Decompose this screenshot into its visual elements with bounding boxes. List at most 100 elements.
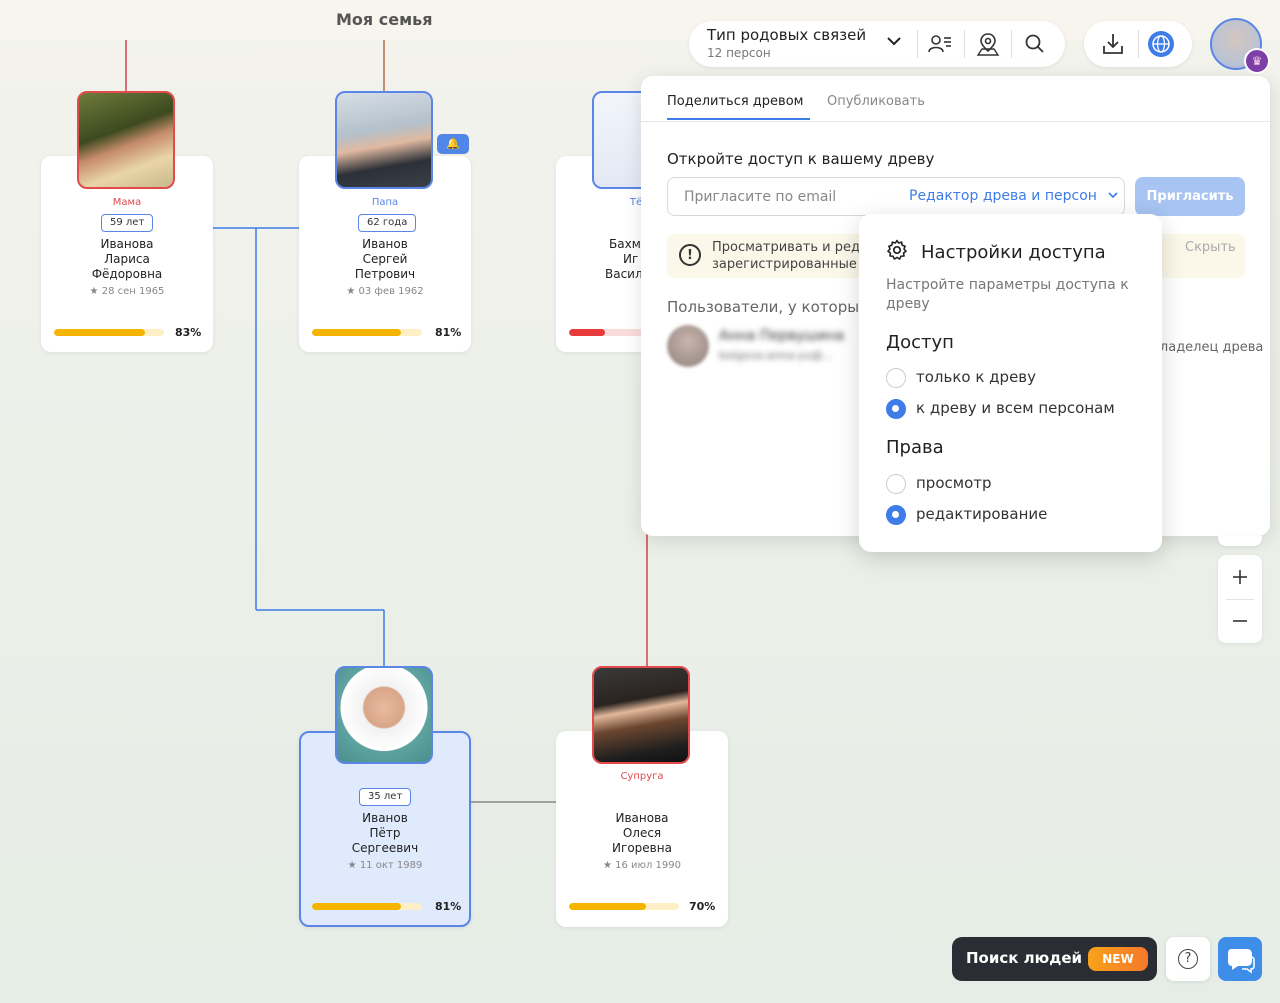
person-photo-papa[interactable] [335, 91, 433, 189]
progress-percent: 81% [435, 326, 462, 339]
chevron-down-icon [1107, 188, 1119, 204]
access-heading: Доступ [886, 332, 954, 353]
user-name: Анна Первушина [719, 328, 845, 344]
progress-percent: 83% [175, 326, 202, 339]
radio-label: только к древу [916, 368, 1037, 386]
notice-line: зарегистрированные [712, 257, 857, 272]
chat-bubble-icon [1228, 949, 1255, 974]
share-heading: Откройте доступ к вашему древу [667, 150, 935, 168]
person-birthdate: ★ 03 фев 1962 [346, 286, 424, 297]
progress-bar [312, 903, 422, 910]
toolbar-divider [1138, 30, 1139, 58]
person-photo-mama[interactable] [77, 91, 175, 189]
hide-notice-button[interactable]: Скрыть [1185, 240, 1236, 255]
chevron-down-icon[interactable] [885, 32, 903, 54]
star-icon: ★ [347, 860, 360, 871]
star-icon: ★ [346, 286, 359, 297]
progress-fill [312, 903, 402, 910]
info-exclamation-icon: ! [679, 244, 701, 266]
progress-fill [569, 903, 646, 910]
access-settings-popup: Настройки доступа Настройте параметры до… [859, 214, 1162, 552]
notice-line: Просматривать и ред [712, 240, 860, 255]
person-patronymic: Петрович [354, 267, 416, 281]
star-icon: ★ [603, 860, 616, 871]
progress-bar [312, 329, 422, 336]
tab-share-tree[interactable]: Поделиться древом [667, 94, 803, 109]
role-select[interactable]: Редактор древа и персон [909, 188, 1119, 204]
access-settings-title: Настройки доступа [921, 242, 1106, 263]
user-email: bolgova-anna-yu@... [719, 349, 833, 362]
radio-button[interactable] [886, 474, 906, 494]
person-patronymic: Сергеевич [351, 841, 419, 855]
map-pin-icon[interactable] [975, 31, 1001, 57]
gear-icon [885, 238, 909, 268]
owner-label: Владелец древа [1151, 340, 1264, 355]
invite-email-field[interactable]: Пригласите по email Редактор древа и пер… [667, 177, 1125, 216]
notice-text: Просматривать и ред зарегистрированные [712, 239, 872, 273]
people-search-button[interactable]: Поиск людей NEW [952, 937, 1157, 981]
radio-button[interactable] [886, 368, 906, 388]
person-photo-self[interactable] [335, 666, 433, 764]
person-firstname: Пётр [369, 826, 401, 840]
person-photo-spouse[interactable] [592, 666, 690, 764]
globe-icon[interactable] [1148, 31, 1174, 57]
toolbar-divider [917, 30, 918, 58]
progress-fill [312, 329, 402, 336]
progress-percent: 70% [689, 900, 716, 913]
help-icon: ? [1178, 949, 1198, 969]
radio-label: к древу и всем персонам [916, 399, 1115, 417]
person-surname: Иванова [615, 811, 669, 825]
search-icon[interactable] [1022, 31, 1048, 57]
star-icon: ★ [89, 286, 102, 297]
relation-type-select[interactable]: Тип родовых связей [707, 26, 866, 44]
plus-icon [1233, 570, 1247, 584]
person-surname: Иванов [362, 811, 408, 825]
persons-list-icon[interactable] [927, 31, 953, 57]
progress-bar [569, 903, 679, 910]
person-patronymic: Игоревна [612, 841, 672, 855]
email-placeholder: Пригласите по email [684, 189, 837, 205]
zoom-out-button[interactable] [1218, 599, 1262, 643]
download-icon[interactable] [1100, 31, 1126, 57]
radio-button-checked[interactable] [886, 399, 906, 419]
role-select-label: Редактор древа и персон [909, 188, 1097, 204]
invite-button[interactable]: Пригласить [1135, 177, 1245, 216]
notification-bell-icon[interactable]: 🔔 [437, 134, 469, 154]
new-badge: NEW [1088, 947, 1148, 971]
progress-bar [54, 329, 164, 336]
users-with-access-heading: Пользователи, у которы [667, 298, 860, 316]
premium-crown-icon: ♛ [1244, 48, 1270, 74]
person-role: Мама [112, 197, 142, 208]
progress-fill [54, 329, 146, 336]
age-badge: 62 года [358, 214, 417, 232]
person-role: Папа [371, 197, 399, 208]
progress-fill [569, 329, 605, 336]
person-birthdate: ★ 28 сен 1965 [89, 286, 165, 297]
zoom-in-button[interactable] [1218, 555, 1262, 599]
rights-heading: Права [886, 437, 944, 458]
age-badge: 59 лет [101, 214, 154, 232]
person-surname: Иванова [100, 237, 154, 251]
chat-button[interactable] [1218, 937, 1262, 981]
person-firstname: Сергей [362, 252, 408, 266]
minus-icon [1233, 620, 1247, 622]
person-firstname: Олеся [622, 826, 662, 840]
zoom-controls [1218, 555, 1262, 643]
tab-publish[interactable]: Опубликовать [827, 94, 925, 109]
help-button[interactable]: ? [1166, 937, 1210, 981]
person-birthdate: ★ 11 окт 1989 [347, 860, 423, 871]
people-search-label: Поиск людей [966, 949, 1083, 967]
export-toolbar [1084, 21, 1192, 67]
tree-toolbar: Тип родовых связей 12 персон [689, 21, 1065, 67]
persons-count: 12 персон [707, 46, 771, 60]
person-role: Супруга [620, 771, 664, 782]
person-firstname: Лариса [104, 252, 150, 266]
radio-button-checked[interactable] [886, 505, 906, 525]
person-birthdate: ★ 16 июл 1990 [603, 860, 681, 871]
access-settings-subtitle: Настройте параметры доступа к древу [886, 277, 1129, 312]
progress-bar [569, 329, 649, 336]
progress-percent: 81% [435, 900, 462, 913]
person-patronymic: Васил [605, 267, 643, 281]
active-tab-indicator [667, 118, 810, 120]
person-surname: Иванов [362, 237, 408, 251]
